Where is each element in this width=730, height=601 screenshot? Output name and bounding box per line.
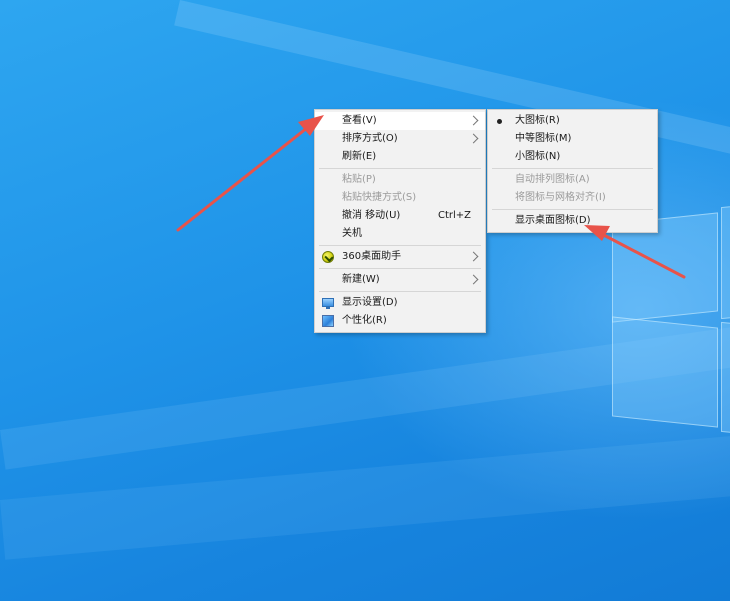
annotation-arrow-line	[176, 122, 314, 232]
annotation-arrowhead	[584, 225, 610, 241]
annotation-arrow-view	[176, 115, 324, 232]
annotation-arrow-show-desktop-icons	[584, 225, 686, 279]
annotation-overlay	[176, 115, 686, 279]
annotation-arrow-line	[596, 230, 686, 279]
